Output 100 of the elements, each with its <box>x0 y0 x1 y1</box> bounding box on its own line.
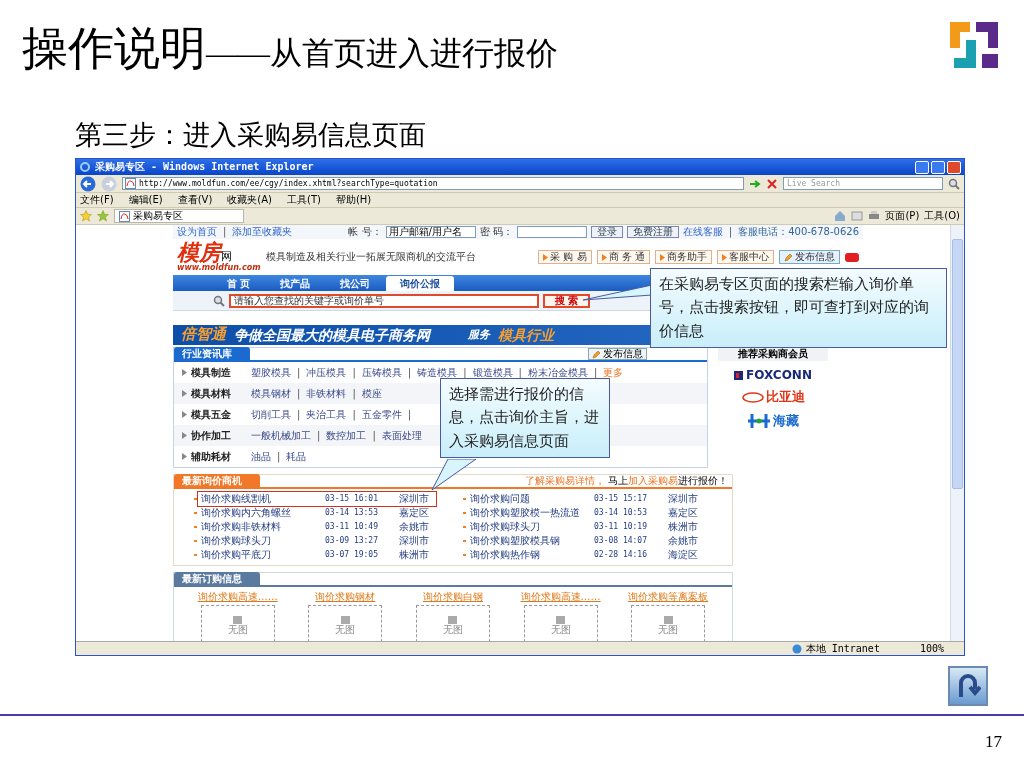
category-link[interactable]: 夹治工具 <box>306 408 347 421</box>
menu-item[interactable]: 收藏夹(A) <box>227 193 272 207</box>
menu-item[interactable]: 查看(V) <box>177 193 213 207</box>
separator: | <box>352 387 356 400</box>
category-link[interactable]: 五金零件 <box>361 408 402 421</box>
address-field[interactable]: http://www.moldfun.com/ee/cgy/index.xhtml?searchType=quotation <box>122 177 744 190</box>
search-icon <box>948 177 960 190</box>
slide-title: 操作说明——从首页进入进行报价 <box>22 22 558 76</box>
post-button[interactable]: 发布信息 <box>588 348 647 360</box>
go-icon[interactable] <box>749 177 761 190</box>
quote-link[interactable]: 询价求购塑胶模一热流道 <box>470 507 590 519</box>
quote-place: 嘉定区 <box>399 507 429 519</box>
scrollbar[interactable] <box>950 225 964 641</box>
category-link[interactable]: 表面处理 <box>381 429 422 442</box>
home-icon[interactable] <box>834 210 847 222</box>
menu-item[interactable]: 帮助(H) <box>335 193 372 207</box>
category-link[interactable]: 数控加工 <box>326 429 367 442</box>
quote-link[interactable]: 询价求购线割机 <box>201 493 321 505</box>
menu-item[interactable]: 工具(T) <box>287 193 321 207</box>
quick-button[interactable]: 商务助手 <box>655 250 712 264</box>
nav-tab[interactable]: 找产品 <box>266 277 325 291</box>
quote-link[interactable]: 询价求购平底刀 <box>201 549 321 561</box>
category-link[interactable]: 压铸模具 <box>361 366 402 379</box>
stop-icon[interactable] <box>766 177 778 190</box>
zoom-level[interactable]: 100% <box>919 643 944 654</box>
login-button[interactable]: 登录 <box>590 226 623 238</box>
account-field[interactable]: 用户邮箱/用户名 <box>385 226 476 238</box>
quick-button[interactable]: 客服中心 <box>717 250 774 264</box>
nav-tab[interactable]: 找公司 <box>326 277 385 291</box>
category-link[interactable]: 铸造模具 <box>417 366 458 379</box>
menu-item[interactable]: 文件(F) <box>80 193 114 207</box>
link[interactable]: 添加至收藏夹 <box>232 226 293 238</box>
category-link[interactable]: 切削工具 <box>251 408 291 421</box>
category-link[interactable]: 一般机械加工 <box>251 429 311 442</box>
link[interactable]: 在线客服 <box>682 226 723 238</box>
menu-item[interactable]: 编辑(E) <box>128 193 163 207</box>
category-name[interactable]: 辅助耗材 <box>191 450 247 463</box>
bullet-icon <box>182 453 187 460</box>
print-icon[interactable] <box>868 210 881 222</box>
toolbar-menu[interactable]: 工具(O) <box>924 209 960 223</box>
quick-button[interactable]: 商 务 通 <box>596 250 650 264</box>
star-icon[interactable] <box>97 210 109 222</box>
category-name[interactable]: 协作加工 <box>191 429 247 442</box>
quote-link[interactable]: 询价求购问题 <box>470 493 590 505</box>
password-field[interactable] <box>516 226 587 238</box>
quote-link[interactable]: 询价求购球头刀 <box>470 521 590 533</box>
separator: | <box>297 387 301 400</box>
quote-time: 03-15 16:01 <box>325 494 379 504</box>
quote-time: 03-08 14:07 <box>594 536 648 546</box>
star-icon[interactable] <box>80 210 92 222</box>
no-image-text: 无图 <box>443 623 463 636</box>
bullet-icon <box>722 253 727 261</box>
quick-button[interactable]: 发布信息 <box>779 250 840 264</box>
login-button[interactable]: 免费注册 <box>626 226 679 238</box>
link[interactable]: 设为首页 <box>177 226 217 238</box>
category-name[interactable]: 模具五金 <box>191 408 247 421</box>
minimize-button[interactable] <box>915 160 929 174</box>
quote-time: 03-09 13:27 <box>325 536 379 546</box>
return-button[interactable] <box>948 666 988 706</box>
category-link[interactable]: 粉末冶金模具 <box>527 366 588 379</box>
no-image-text: 无图 <box>550 623 571 636</box>
bullet-icon <box>601 253 607 261</box>
site-icon <box>125 178 136 189</box>
nav-tab[interactable]: 首 页 <box>213 277 265 291</box>
quote-link[interactable]: 询价求购非铁材料 <box>201 521 321 533</box>
join-text: 了解采购易详情， 马上加入采购易进行报价！ <box>524 475 728 487</box>
quote-link[interactable]: 询价求购热作钢 <box>470 549 590 561</box>
category-name[interactable]: 模具材料 <box>191 387 247 400</box>
image-icon <box>233 615 243 624</box>
quick-button[interactable]: 采 购 易 <box>538 250 592 264</box>
quote-time: 03-11 10:19 <box>594 522 648 532</box>
category-link[interactable]: 非铁材料 <box>306 387 347 400</box>
site-logo: 模房网 www.moldfun.com <box>177 242 261 272</box>
close-button[interactable] <box>947 160 961 174</box>
quote-place: 海淀区 <box>668 549 698 561</box>
search-input[interactable]: 请输入您查找的关键字或询价单号 <box>229 293 539 308</box>
quote-place: 深圳市 <box>668 493 698 505</box>
category-name[interactable]: 模具制造 <box>191 366 247 379</box>
category-link[interactable]: 油品 <box>251 450 271 463</box>
forward-button[interactable] <box>101 175 117 192</box>
category-link[interactable]: 冲压模具 <box>306 366 347 379</box>
maximize-button[interactable] <box>931 160 945 174</box>
category-link[interactable]: 模具钢材 <box>251 387 291 400</box>
company-logo: FOXCONN <box>734 368 812 383</box>
category-link[interactable]: 锻造模具 <box>472 366 513 379</box>
quote-link[interactable]: 询价求购内六角螺丝 <box>201 507 321 519</box>
category-link[interactable]: 耗品 <box>286 450 307 463</box>
company-logo: 海藏 <box>747 413 799 430</box>
feed-icon[interactable] <box>851 210 864 222</box>
search-button[interactable]: 搜 索 <box>543 293 591 308</box>
back-button[interactable] <box>80 175 96 192</box>
quote-link[interactable]: 询价求购球头刀 <box>201 535 321 547</box>
quote-link[interactable]: 询价求购塑胶模具钢 <box>470 535 590 547</box>
category-link[interactable]: 模座 <box>361 387 382 400</box>
toolbar-menu[interactable]: 页面(P) <box>885 209 920 223</box>
browser-tab[interactable]: 采购易专区 <box>114 209 244 223</box>
category-link[interactable]: 塑胶模具 <box>251 366 291 379</box>
image-icon <box>340 615 350 624</box>
bullet-icon <box>660 253 665 261</box>
nav-tab[interactable]: 询价公报 <box>386 276 455 291</box>
